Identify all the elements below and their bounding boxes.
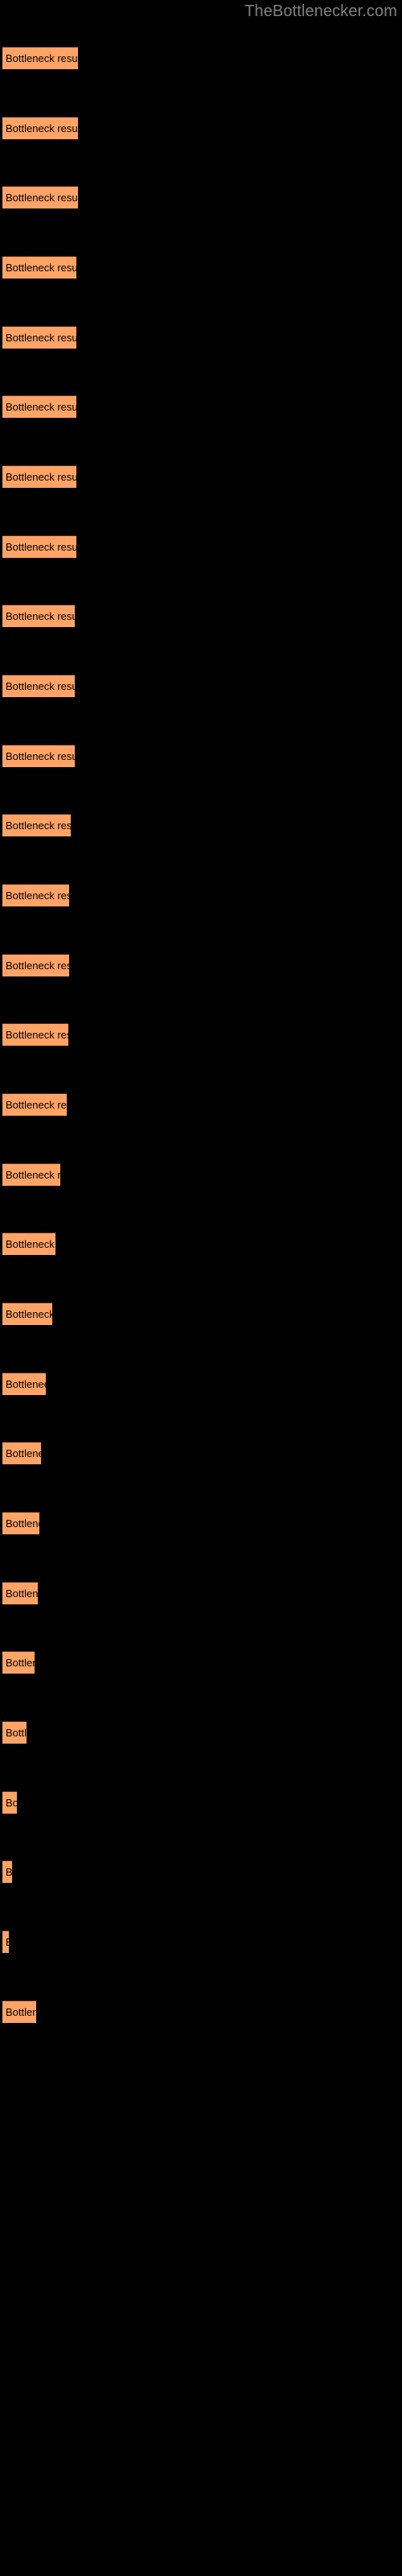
bar-label: Bottleneck result — [6, 960, 69, 972]
bar[interactable]: Bottleneck result — [2, 1163, 60, 1186]
bar[interactable]: Bottleneck result — [2, 395, 76, 418]
bar[interactable]: Bottleneck result — [2, 1721, 27, 1744]
bar[interactable]: Bottleneck result — [2, 1791, 17, 1814]
bar[interactable]: Bottleneck result — [2, 814, 71, 836]
bar-label: Bottleneck result — [6, 1378, 46, 1390]
bar-label: Bottleneck result — [6, 541, 76, 553]
bar[interactable]: Bottleneck result — [2, 535, 76, 558]
bar-label: Bottleneck result — [6, 890, 69, 902]
bar[interactable]: Bottleneck result — [2, 1582, 38, 1604]
bar-label: Bottleneck result — [6, 401, 76, 413]
bottleneck-bar-chart: TheBottlenecker.com Bottleneck result Bot… — [0, 0, 402, 2576]
bar-label: Bottleneck result — [6, 1657, 35, 1669]
bar-label: Bottleneck result — [6, 2006, 36, 2018]
bar[interactable]: Bottleneck result — [2, 884, 69, 906]
bar[interactable]: Bottleneck result — [2, 1930, 9, 1953]
bar[interactable]: Bottleneck result — [2, 1302, 52, 1325]
bar[interactable]: Bottleneck result — [2, 1373, 46, 1395]
bar-label: Bottleneck result — [6, 1866, 12, 1878]
bar[interactable]: Bottleneck result — [2, 605, 75, 627]
bar[interactable]: Bottleneck result — [2, 675, 75, 697]
bar-label: Bottleneck result — [6, 262, 76, 274]
bar[interactable]: Bottleneck result — [2, 1442, 41, 1464]
bar-label: Bottleneck result — [6, 610, 75, 622]
bar-label: Bottleneck result — [6, 1029, 68, 1041]
bar-label: Bottleneck result — [6, 332, 76, 344]
bar[interactable]: Bottleneck result — [2, 465, 76, 488]
bar-label: Bottleneck result — [6, 52, 78, 64]
bar-label: Bottleneck result — [6, 1238, 55, 1250]
bar-label: Bottleneck result — [6, 1099, 67, 1111]
bar-label: Bottleneck result — [6, 1797, 17, 1809]
bar[interactable]: Bottleneck result — [2, 1512, 39, 1534]
site-watermark: TheBottlenecker.com — [244, 2, 397, 20]
bar[interactable]: Bottleneck result — [2, 1232, 55, 1255]
bar-label: Bottleneck result — [6, 1447, 41, 1459]
bar[interactable]: Bottleneck result — [2, 745, 75, 767]
bar-label: Bottleneck result — [6, 1308, 52, 1320]
bar-label: Bottleneck result — [6, 680, 75, 692]
bar[interactable]: Bottleneck result — [2, 186, 78, 208]
bar-label: Bottleneck result — [6, 471, 76, 483]
bar[interactable]: Bottleneck result — [2, 954, 69, 976]
bar[interactable]: Bottleneck result — [2, 326, 76, 349]
bar[interactable]: Bottleneck result — [2, 1093, 67, 1116]
bar-label: Bottleneck result — [6, 1587, 38, 1600]
bar-label: Bottleneck result — [6, 192, 78, 204]
bar[interactable]: Bottleneck result — [2, 47, 78, 69]
bar-label: Bottleneck result — [6, 750, 75, 762]
bar[interactable]: Bottleneck result — [2, 1860, 12, 1883]
bar[interactable]: Bottleneck result — [2, 2000, 36, 2023]
bar-label: Bottleneck result — [6, 1169, 60, 1181]
bar[interactable]: Bottleneck result — [2, 1651, 35, 1674]
bar-label: Bottleneck result — [6, 122, 78, 134]
bar[interactable]: Bottleneck result — [2, 256, 76, 279]
bar[interactable]: Bottleneck result — [2, 1023, 68, 1046]
bar-label: Bottleneck result — [6, 1727, 27, 1739]
bar-label: Bottleneck result — [6, 819, 71, 832]
bar[interactable]: Bottleneck result — [2, 117, 78, 139]
bar-label: Bottleneck result — [6, 1935, 9, 1949]
bar-label: Bottleneck result — [6, 1517, 39, 1530]
